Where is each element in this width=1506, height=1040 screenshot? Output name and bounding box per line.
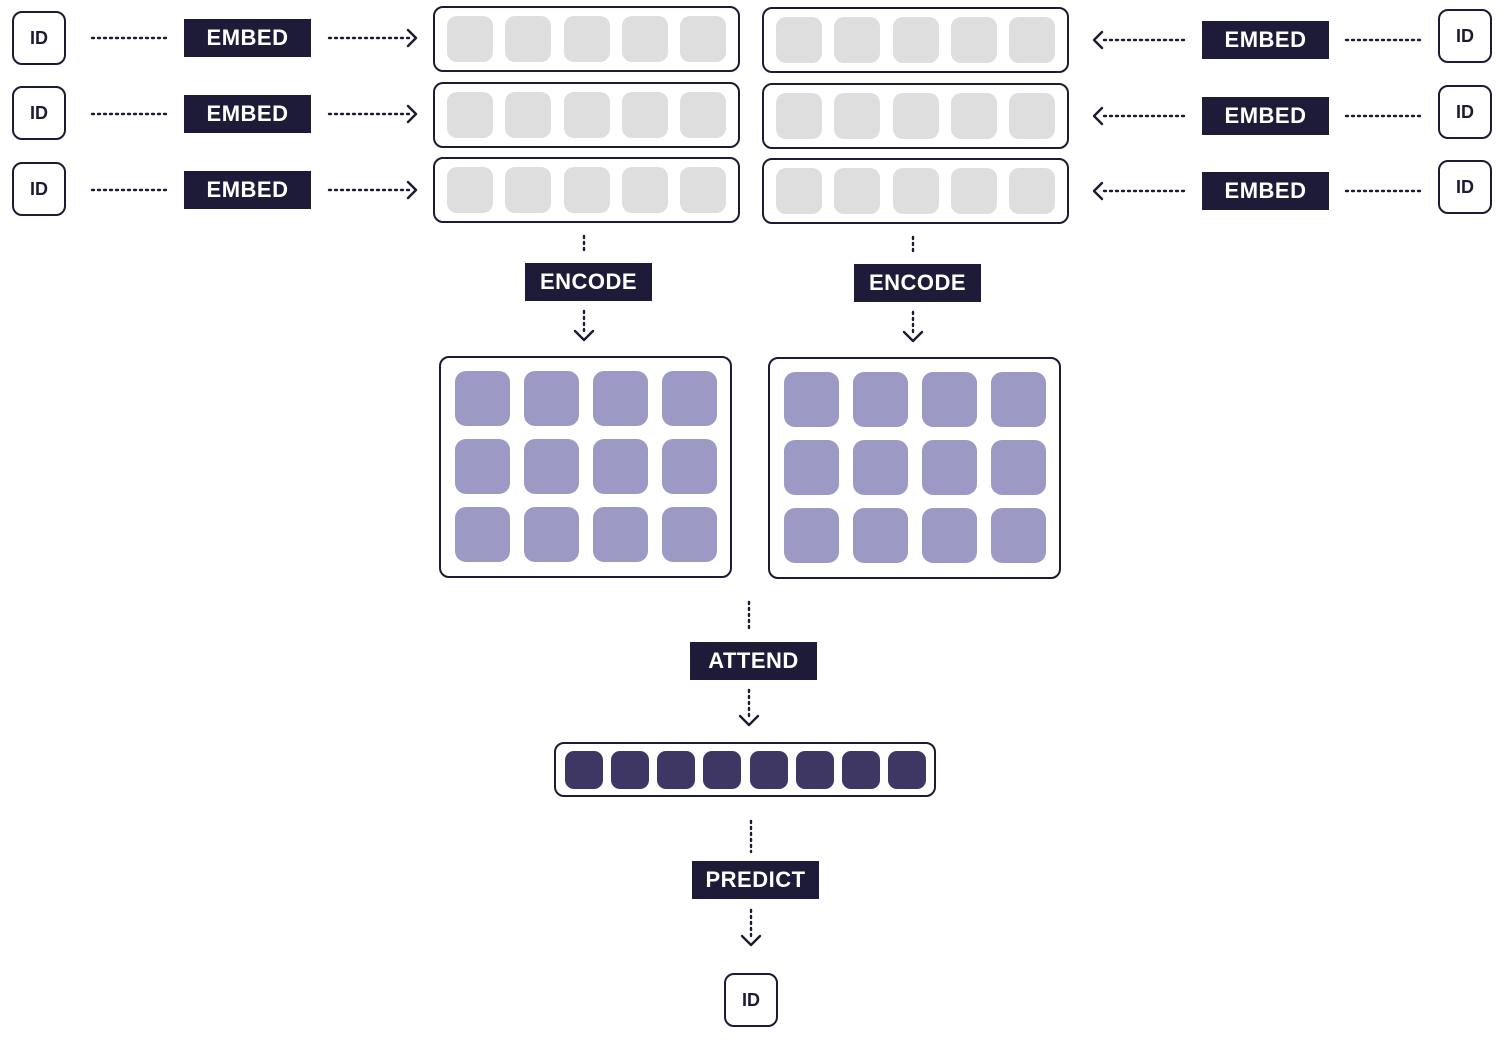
embedding-row-left-1 — [433, 6, 740, 72]
encoded-cell — [593, 439, 648, 494]
embedding-row-left-3 — [433, 157, 740, 223]
attended-vector — [554, 742, 936, 797]
embedding-cell — [834, 93, 881, 139]
embedding-cell — [1009, 168, 1055, 214]
embedding-cell — [950, 17, 997, 63]
embedding-row-right-3 — [762, 158, 1069, 224]
predict-tag: PREDICT — [692, 861, 819, 899]
encoded-cell — [662, 507, 717, 562]
encoded-cell — [455, 507, 510, 562]
embedding-cell — [563, 92, 610, 138]
encoded-cell — [524, 507, 579, 562]
embedding-cell — [680, 167, 726, 213]
embed-tag-left-2: EMBED — [184, 95, 311, 133]
encoded-cell — [922, 508, 977, 563]
encoded-cell — [784, 372, 839, 427]
attended-cell — [749, 750, 788, 789]
attended-cell — [565, 750, 603, 789]
embedding-row-right-1 — [762, 7, 1069, 73]
embedding-cell — [447, 92, 493, 138]
id-input-left-3: ID — [12, 162, 66, 216]
embed-tag-right-2: EMBED — [1202, 97, 1329, 135]
id-input-left-2: ID — [12, 86, 66, 140]
embedding-cell — [892, 17, 939, 63]
embed-tag-left-3: EMBED — [184, 171, 311, 209]
encoded-cell — [524, 439, 579, 494]
encoded-cell — [593, 371, 648, 426]
embedding-cell — [892, 93, 939, 139]
embedding-cell — [621, 92, 668, 138]
attended-cell — [795, 750, 834, 789]
attended-cell — [841, 750, 880, 789]
embedding-cell — [680, 16, 726, 62]
encoded-cell — [991, 440, 1046, 495]
attend-tag: ATTEND — [690, 642, 817, 680]
embedding-cell — [834, 17, 881, 63]
embed-tag-right-3: EMBED — [1202, 172, 1329, 210]
embedding-cell — [776, 93, 822, 139]
embedding-cell — [447, 167, 493, 213]
embedding-cell — [621, 167, 668, 213]
attended-cell — [887, 750, 926, 789]
id-output: ID — [724, 973, 778, 1027]
embed-tag-right-1: EMBED — [1202, 21, 1329, 59]
embed-tag-left-1: EMBED — [184, 19, 311, 57]
encoded-cell — [784, 440, 839, 495]
embedding-cell — [505, 16, 552, 62]
embedding-cell — [447, 16, 493, 62]
id-input-right-3: ID — [1438, 160, 1492, 214]
encoded-cell — [853, 372, 908, 427]
embedding-cell — [776, 168, 822, 214]
encoded-cell — [922, 440, 977, 495]
embedding-cell — [621, 16, 668, 62]
embedding-cell — [776, 17, 822, 63]
encode-tag-left: ENCODE — [525, 263, 652, 301]
embedding-cell — [563, 16, 610, 62]
encoded-cell — [991, 508, 1046, 563]
arrowhead-down-icon — [902, 330, 924, 343]
arrowhead-down-icon — [740, 934, 762, 947]
encoded-cell — [593, 507, 648, 562]
encoded-cell — [662, 371, 717, 426]
encoded-grid-left — [439, 356, 732, 578]
arrowhead-left-icon — [1092, 30, 1104, 50]
embedding-cell — [834, 168, 881, 214]
arrowhead-down-icon — [573, 329, 595, 342]
encoded-cell — [455, 439, 510, 494]
id-input-left-1: ID — [12, 11, 66, 65]
encoded-cell — [991, 372, 1046, 427]
embedding-cell — [1009, 17, 1055, 63]
embedding-cell — [505, 167, 552, 213]
embedding-row-left-2 — [433, 82, 740, 148]
id-input-right-2: ID — [1438, 85, 1492, 139]
id-input-right-1: ID — [1438, 9, 1492, 63]
attended-cell — [611, 750, 650, 789]
arrowhead-left-icon — [1092, 181, 1104, 201]
encoded-cell — [853, 508, 908, 563]
embedding-cell — [505, 92, 552, 138]
embedding-cell — [563, 167, 610, 213]
embedding-cell — [950, 93, 997, 139]
embedding-row-right-2 — [762, 83, 1069, 149]
attended-cell — [703, 750, 742, 789]
embedding-cell — [892, 168, 939, 214]
encoded-cell — [853, 440, 908, 495]
encoded-cell — [922, 372, 977, 427]
encoded-cell — [662, 439, 717, 494]
arrowhead-down-icon — [738, 714, 760, 727]
arrowhead-left-icon — [1092, 106, 1104, 126]
encoded-cell — [455, 371, 510, 426]
embedding-cell — [950, 168, 997, 214]
embedding-cell — [1009, 93, 1055, 139]
encoded-cell — [784, 508, 839, 563]
attended-cell — [657, 750, 696, 789]
encoded-grid-right — [768, 357, 1061, 579]
embedding-cell — [680, 92, 726, 138]
encode-tag-right: ENCODE — [854, 264, 981, 302]
encoded-cell — [524, 371, 579, 426]
